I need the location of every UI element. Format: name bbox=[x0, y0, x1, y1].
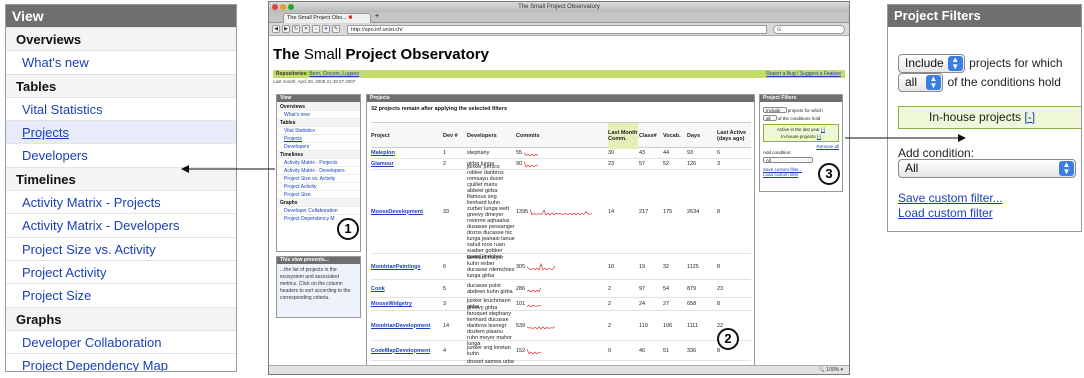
callout-arrows bbox=[181, 134, 966, 173]
callout-badge-2: 2 bbox=[717, 328, 739, 350]
callout-badge-1: 1 bbox=[337, 218, 359, 240]
callout-badge-3: 3 bbox=[818, 163, 840, 185]
